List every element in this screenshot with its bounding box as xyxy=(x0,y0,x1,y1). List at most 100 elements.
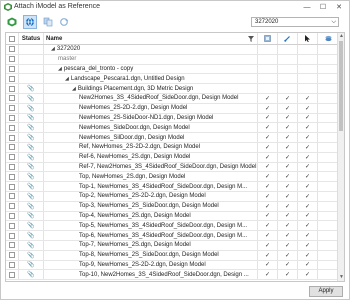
row-flag-cell[interactable]: ✓ xyxy=(298,152,318,162)
row-flag-cell[interactable] xyxy=(278,84,298,93)
project-select[interactable]: 3272020 ⌵ xyxy=(251,17,339,27)
row-checkbox[interactable] xyxy=(9,46,15,53)
table-row[interactable]: 📎 Ref, NewHomes_2S-2D-2.dgn, Design Model… xyxy=(6,143,338,153)
row-flag-cell[interactable]: ✓ xyxy=(298,133,318,142)
row-flag-cell[interactable]: ✓ xyxy=(278,123,298,133)
row-flag-cell[interactable] xyxy=(258,74,278,84)
row-name-cell[interactable]: Top-8, NewHomes_2S_SideDoor.dgn, Design … xyxy=(44,250,258,260)
row-checkbox[interactable] xyxy=(9,114,15,121)
row-name-cell[interactable]: Ref-6, NewHomes_2S.dgn, Design Model xyxy=(44,152,258,162)
row-flag-cell[interactable]: ✓ xyxy=(258,260,278,270)
row-flag-cell[interactable] xyxy=(318,241,338,250)
row-checkbox[interactable] xyxy=(9,154,15,161)
row-name-cell[interactable]: Top-3, NewHomes_2S_SideDoor.dgn, Design … xyxy=(44,201,258,211)
imodel-hub-button[interactable] xyxy=(5,15,19,29)
row-flag-cell[interactable] xyxy=(298,54,318,64)
row-name-cell[interactable]: Top-10, New2Homes_3S_4SidedRoof_SideDoor… xyxy=(44,270,258,280)
row-flag-cell[interactable]: ✓ xyxy=(298,241,318,250)
filter-icon[interactable] xyxy=(248,36,254,42)
row-flag-cell[interactable]: ✓ xyxy=(258,201,278,211)
row-flag-cell[interactable] xyxy=(278,74,298,84)
row-flag-cell[interactable] xyxy=(258,84,278,93)
row-flag-cell[interactable] xyxy=(318,261,338,270)
row-select-cell[interactable] xyxy=(6,152,19,162)
table-row[interactable]: 📎 NewHomes_SilDoor.dgn, Design Model ✓ ✓ ✓ xyxy=(6,133,338,143)
row-select-cell[interactable] xyxy=(6,192,19,201)
row-select-cell[interactable] xyxy=(6,94,19,103)
header-select-all[interactable] xyxy=(6,33,19,44)
row-checkbox[interactable] xyxy=(9,242,15,249)
row-flag-cell[interactable] xyxy=(318,84,338,93)
table-row[interactable]: 📎 Top, NewHomes_2S.dgn, Design Model ✓ ✓ ✓ xyxy=(6,172,338,183)
row-flag-cell[interactable] xyxy=(318,221,338,230)
row-flag-cell[interactable] xyxy=(278,45,298,54)
select-all-checkbox[interactable] xyxy=(9,35,15,42)
row-flag-cell[interactable]: ✓ xyxy=(258,241,278,250)
row-flag-cell[interactable]: ✓ xyxy=(298,231,318,240)
row-select-cell[interactable] xyxy=(6,113,19,123)
row-flag-cell[interactable]: ✓ xyxy=(298,182,318,191)
table-row[interactable]: 📎 Top-9, NewHomes_2S-2D-2.dgn, Design Mod… xyxy=(6,260,338,271)
table-row[interactable]: 📎 Top-2, NewHomes_2S-2D-2.dgn, Design Mod… xyxy=(6,192,338,202)
row-name-cell[interactable]: NewHomes_SilDoor.dgn, Design Model xyxy=(44,133,258,142)
row-select-cell[interactable] xyxy=(6,123,19,133)
table-row[interactable]: master xyxy=(6,54,338,65)
row-checkbox[interactable] xyxy=(9,183,15,190)
row-name-cell[interactable]: Top-7, NewHomes_2S.dgn, Design Model xyxy=(44,241,258,250)
row-flag-cell[interactable] xyxy=(318,94,338,103)
row-select-cell[interactable] xyxy=(6,182,19,191)
row-select-cell[interactable] xyxy=(6,133,19,142)
row-flag-cell[interactable]: ✓ xyxy=(258,103,278,113)
row-flag-cell[interactable]: ✓ xyxy=(278,94,298,103)
table-row[interactable]: 📎 NewHomes_SideDoor.dgn, Design Model ✓ ✓ ✓ xyxy=(6,123,338,134)
row-name-cell[interactable]: NewHomes_SideDoor.dgn, Design Model xyxy=(44,123,258,133)
row-flag-cell[interactable] xyxy=(318,212,338,221)
row-flag-cell[interactable]: ✓ xyxy=(298,192,318,201)
vertical-scrollbar[interactable]: ▲ ▼ xyxy=(337,33,344,281)
row-flag-cell[interactable] xyxy=(318,123,338,132)
row-checkbox[interactable] xyxy=(9,252,15,259)
row-flag-cell[interactable] xyxy=(258,64,278,74)
row-flag-cell[interactable]: ✓ xyxy=(258,211,278,221)
row-flag-cell[interactable]: ✓ xyxy=(258,113,278,123)
row-name-cell[interactable]: Top-2, NewHomes_2S-2D-2.dgn, Design Mode… xyxy=(44,192,258,201)
row-flag-cell[interactable] xyxy=(318,114,338,123)
row-flag-cell[interactable]: ✓ xyxy=(278,152,298,162)
row-name-cell[interactable]: ◢ pescara_del_tronto - copy xyxy=(44,64,258,74)
row-select-cell[interactable] xyxy=(6,54,19,64)
row-checkbox[interactable] xyxy=(9,134,15,141)
row-flag-cell[interactable]: ✓ xyxy=(278,103,298,113)
row-flag-cell[interactable] xyxy=(318,270,338,279)
row-flag-cell[interactable]: ✓ xyxy=(278,192,298,201)
row-flag-cell[interactable]: ✓ xyxy=(298,143,318,152)
row-flag-cell[interactable] xyxy=(318,143,338,152)
row-name-cell[interactable]: Top-6, NewHomes_3S_4SidedRoof_SideDoor.d… xyxy=(44,231,258,240)
row-flag-cell[interactable]: ✓ xyxy=(278,250,298,260)
row-flag-cell[interactable]: ✓ xyxy=(298,250,318,260)
row-flag-cell[interactable]: ✓ xyxy=(298,260,318,270)
row-flag-cell[interactable] xyxy=(318,74,338,83)
row-select-cell[interactable] xyxy=(6,211,19,221)
row-flag-cell[interactable]: ✓ xyxy=(258,123,278,133)
scrollbar-thumb[interactable] xyxy=(339,41,343,131)
table-row[interactable]: 📎 NewHomes_2S-2D-2.dgn, Design Model ✓ ✓ ✓ xyxy=(6,103,338,114)
row-checkbox[interactable] xyxy=(9,222,15,229)
table-row[interactable]: 📎 Top-7, NewHomes_2S.dgn, Design Model ✓ ✓ ✓ xyxy=(6,241,338,251)
row-name-cell[interactable]: Top-9, NewHomes_2S-2D-2.dgn, Design Mode… xyxy=(44,260,258,270)
row-flag-cell[interactable]: ✓ xyxy=(258,152,278,162)
row-checkbox[interactable] xyxy=(9,65,15,72)
row-flag-cell[interactable]: ✓ xyxy=(258,231,278,240)
table-row[interactable]: 📎 ◢ Buildings Placement.dgn, 3D Metric Des… xyxy=(6,84,338,94)
row-checkbox[interactable] xyxy=(9,232,15,239)
row-flag-cell[interactable]: ✓ xyxy=(258,133,278,142)
row-checkbox[interactable] xyxy=(9,85,15,92)
close-button[interactable]: ✕ xyxy=(331,1,347,13)
row-checkbox[interactable] xyxy=(9,105,15,112)
row-flag-cell[interactable] xyxy=(318,251,338,260)
row-flag-cell[interactable]: ✓ xyxy=(298,201,318,211)
row-flag-cell[interactable] xyxy=(318,163,338,172)
row-select-cell[interactable] xyxy=(6,201,19,211)
row-name-cell[interactable]: master xyxy=(44,54,258,64)
row-checkbox[interactable] xyxy=(9,163,15,170)
table-row[interactable]: ◢ Landscape_Pescara1.dgn, Untitled Design xyxy=(6,74,338,85)
